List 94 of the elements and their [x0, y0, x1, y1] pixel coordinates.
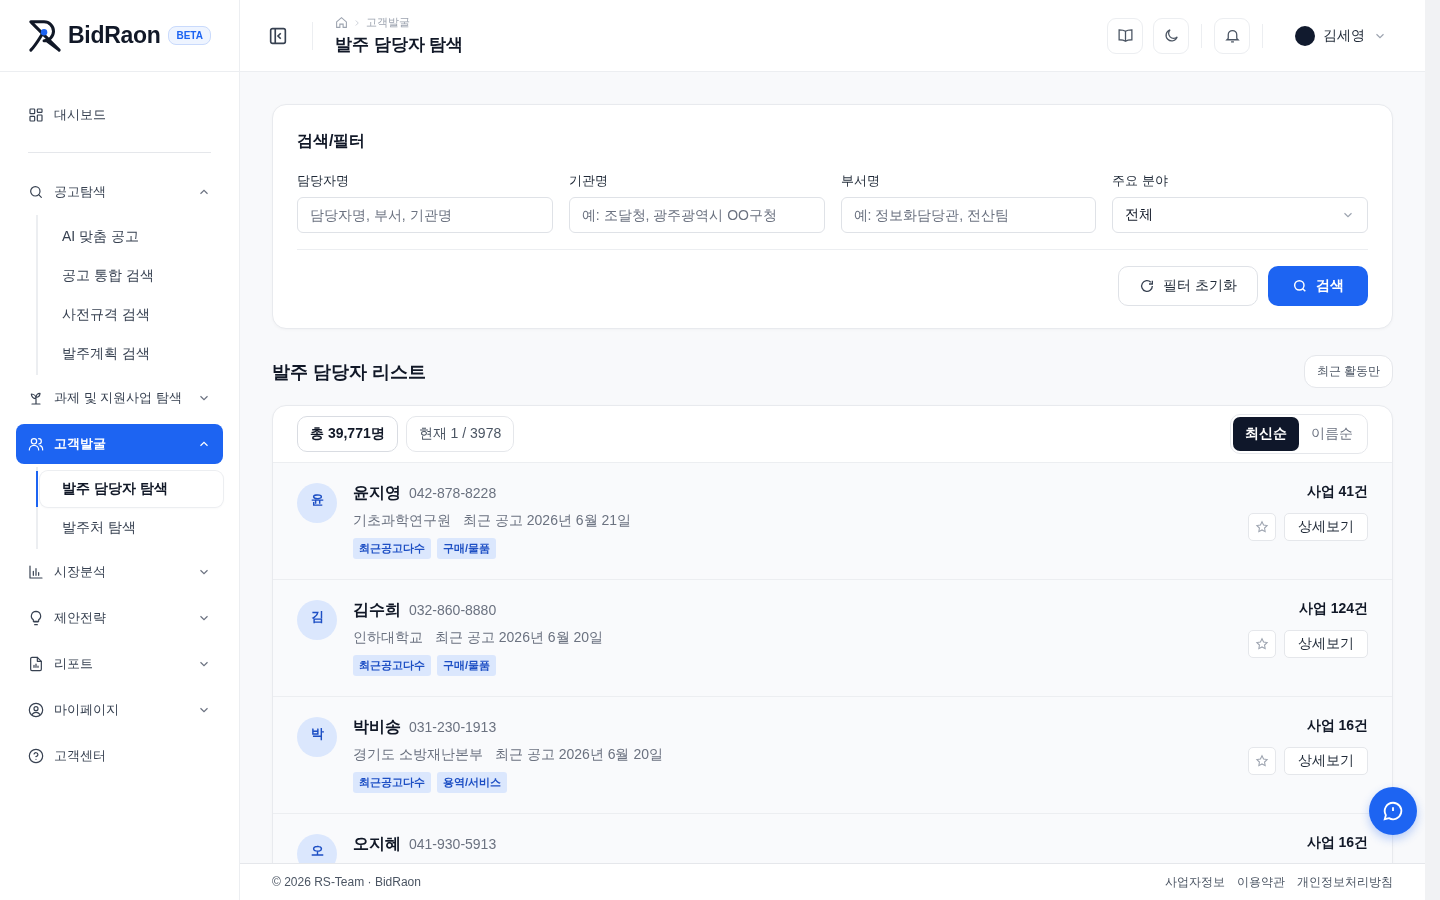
chat-button[interactable]: [1369, 787, 1417, 835]
recent-activity-filter[interactable]: 최근 활동만: [1303, 355, 1393, 388]
detail-button[interactable]: 상세보기: [1284, 747, 1368, 775]
tag: 최근공고다수: [353, 655, 431, 676]
select-field[interactable]: 전체: [1112, 197, 1368, 233]
footer-link[interactable]: 개인정보처리방침: [1297, 873, 1393, 891]
organization-name: 경기도 소방재난본부: [353, 746, 483, 764]
section-title: 발주 담당자 리스트: [272, 360, 426, 384]
tag: 구매/물품: [437, 538, 497, 559]
recent-notice-date: 최근 공고 2026년 6월 20일: [494, 746, 663, 764]
tag: 용역/서비스: [437, 772, 508, 793]
phone-number: 041-930-5913: [409, 836, 497, 852]
user-menu[interactable]: 김세영: [1275, 25, 1393, 46]
sort-option[interactable]: 최신순: [1233, 417, 1299, 451]
nav-item[interactable]: 과제 및 지원사업 탐색: [16, 378, 223, 418]
favorite-button[interactable]: [1248, 630, 1276, 658]
text-field[interactable]: 담당자명, 부서, 기관명: [297, 197, 553, 233]
star-icon: [1255, 754, 1269, 768]
search-icon: [1292, 278, 1308, 294]
favorite-button[interactable]: [1248, 747, 1276, 775]
lightbulb-icon: [28, 610, 44, 626]
nav-subitem[interactable]: 공고 통합 검색: [40, 257, 223, 294]
page-indicator: 현재 1 / 3978: [405, 416, 515, 452]
nav-subitem[interactable]: 발주계획 검색: [40, 335, 223, 372]
detail-button[interactable]: 상세보기: [1284, 630, 1368, 658]
nav-item[interactable]: 시장분석: [16, 552, 223, 592]
total-count: 총 39,771명: [297, 416, 398, 452]
home-icon[interactable]: [335, 16, 348, 29]
reset-filter-button[interactable]: 필터 초기화: [1118, 266, 1258, 306]
nav-subitem[interactable]: AI 맞춤 공고: [40, 218, 223, 255]
help-icon: [28, 748, 44, 764]
chat-bubble-icon: [1382, 800, 1404, 822]
detail-button[interactable]: 상세보기: [1284, 513, 1368, 541]
recent-notice-date: 최근 공고 2026년 6월 20일: [435, 629, 604, 647]
section-title: 검색/필터: [297, 131, 367, 151]
nav-item[interactable]: 대시보드: [16, 95, 223, 135]
avatar-initial: 오: [297, 834, 337, 863]
nav-item[interactable]: 공고탐색: [16, 172, 223, 212]
search-icon: [28, 184, 44, 200]
nav-item[interactable]: 리포트: [16, 644, 223, 684]
recent-notice-date: 최근 공고 2026년 6월 21일: [463, 512, 632, 530]
organization-name: 기초과학연구원: [353, 512, 451, 530]
logo-icon: [28, 18, 62, 53]
page-title: 발주 담당자 탐색: [335, 34, 464, 56]
footer-link[interactable]: 이용약관: [1237, 873, 1285, 891]
user-circle-icon: [28, 702, 44, 718]
favorite-button[interactable]: [1248, 513, 1276, 541]
bar-chart-icon: [28, 564, 44, 580]
field-label: 담당자명: [297, 172, 350, 190]
field-label: 부서명: [840, 172, 881, 190]
avatar-initial: 김: [297, 600, 337, 640]
nav-item[interactable]: 제안전략: [16, 598, 223, 638]
sort-option[interactable]: 이름순: [1299, 417, 1365, 451]
text-field[interactable]: 예: 조달청, 광주광역시 OO구청: [568, 197, 825, 233]
moon-icon[interactable]: [1153, 17, 1189, 54]
users-icon: [28, 436, 44, 452]
nav-item[interactable]: 마이페이지: [16, 690, 223, 730]
copyright-text: © 2026 RS-Team · BidRaon: [272, 875, 421, 889]
project-count: 사업 16건: [1306, 717, 1368, 735]
project-count: 사업 124건: [1298, 600, 1368, 618]
search-button[interactable]: 검색: [1268, 266, 1368, 306]
refresh-icon: [1139, 278, 1156, 294]
tag: 최근공고다수: [353, 538, 431, 559]
phone-number: 032-860-8880: [409, 602, 497, 618]
organization-name: 인하대학교: [353, 629, 423, 647]
footer-link[interactable]: 사업자정보: [1165, 873, 1225, 891]
phone-number: 031-230-1913: [409, 719, 497, 735]
book-icon[interactable]: [1107, 17, 1143, 54]
project-count: 사업 41건: [1306, 483, 1368, 501]
tag: 최근공고다수: [353, 772, 431, 793]
tag: 구매/물품: [437, 655, 497, 676]
document-icon: [28, 656, 44, 672]
contact-name: 오지혜: [353, 834, 401, 854]
avatar-initial: 윤: [297, 483, 337, 523]
field-label: 기관명: [568, 172, 609, 190]
avatar-initial: 박: [297, 717, 337, 757]
nav-subitem[interactable]: 발주처 탐색: [40, 509, 223, 546]
nav-item[interactable]: 고객발굴: [16, 424, 223, 464]
contact-name: 김수희: [353, 600, 401, 620]
phone-number: 042-878-8228: [409, 485, 497, 501]
star-icon: [1255, 637, 1269, 651]
sprout-icon: [28, 390, 44, 406]
nav-item[interactable]: 고객센터: [16, 736, 223, 776]
contact-name: 박비송: [353, 717, 401, 737]
nav-subitem[interactable]: 사전규격 검색: [40, 296, 223, 333]
grid-icon: [28, 107, 44, 123]
field-label: 주요 분야: [1112, 172, 1169, 190]
star-icon: [1255, 520, 1269, 534]
text-field[interactable]: 예: 정보화담당관, 전산팀: [840, 197, 1097, 233]
brand-name: BidRaon: [68, 22, 161, 49]
beta-badge: BETA: [168, 26, 211, 45]
bell-icon[interactable]: [1214, 17, 1250, 54]
project-count: 사업 16건: [1306, 834, 1368, 852]
contact-name: 윤지영: [353, 483, 401, 503]
